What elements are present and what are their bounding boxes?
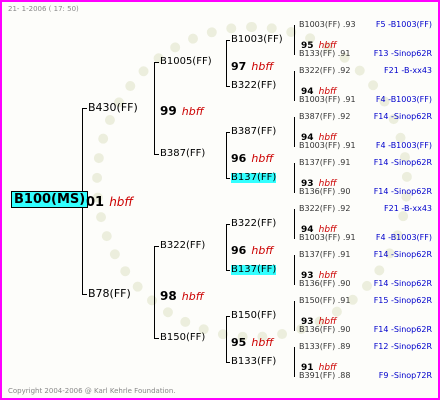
l5-source: F21 -B-xx43	[384, 66, 432, 75]
l5-source: F13 -Sinop62R	[373, 49, 432, 58]
connector-line	[226, 224, 227, 270]
l2-code: hbff	[181, 105, 204, 118]
l3-code: hbff	[251, 336, 274, 349]
l4-name: B1003(FF)	[231, 34, 283, 45]
connector-line	[154, 246, 155, 338]
pedigree-frame: 21- 1-2006 ( 17: 50) Copyright 2004-2006…	[0, 0, 440, 400]
root-queen: B100(MS)	[11, 191, 89, 208]
connector-line	[226, 316, 230, 317]
timestamp: 21- 1-2006 ( 17: 50)	[8, 5, 79, 13]
l5-source: F14 -Sinop62R	[373, 187, 432, 196]
connector-line	[294, 163, 295, 193]
l3-code: hbff	[251, 152, 274, 165]
connector-line	[294, 209, 295, 239]
l3-number: 95	[231, 336, 247, 349]
l5-source: F14 -Sinop62R	[373, 325, 432, 334]
l3-number: 96	[231, 244, 247, 257]
connector-line	[226, 40, 230, 41]
l3-info: 96 hbff	[231, 241, 273, 257]
connector-line	[294, 25, 295, 55]
l3-info: 97 hbff	[231, 57, 273, 73]
connector-line	[82, 108, 87, 109]
connector-line	[294, 255, 295, 285]
connector-line	[226, 86, 230, 87]
l3-name: B1005(FF)	[160, 56, 212, 67]
connector-line	[226, 132, 227, 178]
copyright: Copyright 2004-2006 @ Karl Kehrle Founda…	[8, 387, 176, 395]
connector-line	[226, 132, 230, 133]
l5-source: F4 -B1003(FF)	[375, 141, 432, 150]
l5-source: F4 -B1003(FF)	[375, 95, 432, 104]
l4-name: B322(FF)	[231, 218, 277, 229]
l3-name: B150(FF)	[160, 332, 206, 343]
root-info: 01 hbff	[86, 193, 133, 209]
connector-line	[226, 40, 227, 86]
l5-source: F14 -Sinop62R	[373, 250, 432, 259]
root-number: 01	[86, 195, 105, 210]
connector-line	[294, 301, 295, 331]
l5-source: F21 -B-xx43	[384, 204, 432, 213]
l5-source: F12 -Sinop62R	[373, 342, 432, 351]
root-code: hbff	[109, 195, 134, 209]
l4-name: B387(FF)	[231, 126, 277, 137]
connector-line	[154, 62, 159, 63]
l5-source: F4 -B1003(FF)	[375, 233, 432, 242]
l4-name-highlighted: B137(FF)	[231, 172, 277, 183]
connector-line	[154, 62, 155, 154]
connector-line	[226, 178, 230, 179]
l5-source: F14 -Sinop62R	[373, 158, 432, 167]
l3-info: 96 hbff	[231, 149, 273, 165]
l2-name: B430(FF)	[88, 101, 138, 114]
l3-name: B322(FF)	[160, 240, 206, 251]
connector-line	[294, 117, 295, 147]
l2-number: 99	[160, 104, 177, 118]
l3-code: hbff	[251, 244, 274, 257]
l5-source: F14 -Sinop62R	[373, 279, 432, 288]
l2-code: hbff	[181, 290, 204, 303]
l5-source: F9 -Sinop72R	[378, 371, 432, 380]
connector-line	[154, 154, 159, 155]
connector-line	[226, 270, 230, 271]
connector-line	[226, 224, 230, 225]
l3-code: hbff	[251, 60, 274, 73]
l3-number: 97	[231, 60, 247, 73]
l2-name: B78(FF)	[88, 287, 131, 300]
l3-info: 95 hbff	[231, 333, 273, 349]
l2-number: 98	[160, 289, 177, 303]
connector-line	[294, 347, 295, 377]
l5-source: F15 -Sinop62R	[373, 296, 432, 305]
connector-line	[82, 294, 87, 295]
connector-line	[294, 71, 295, 101]
l3-name: B387(FF)	[160, 148, 206, 159]
l3-number: 96	[231, 152, 247, 165]
connector-line	[154, 338, 159, 339]
l4-name: B322(FF)	[231, 80, 277, 91]
l5-source: F5 -B1003(FF)	[375, 20, 432, 29]
connector-line	[226, 316, 227, 362]
l4-name: B150(FF)	[231, 310, 277, 321]
l4-name-highlighted: B137(FF)	[231, 264, 277, 275]
connector-line	[154, 246, 159, 247]
connector-line	[226, 362, 230, 363]
l2-info: 98 hbff	[160, 287, 204, 303]
l4-name: B133(FF)	[231, 356, 277, 367]
l2-info: 99 hbff	[160, 102, 204, 118]
l5-source: F14 -Sinop62R	[373, 112, 432, 121]
